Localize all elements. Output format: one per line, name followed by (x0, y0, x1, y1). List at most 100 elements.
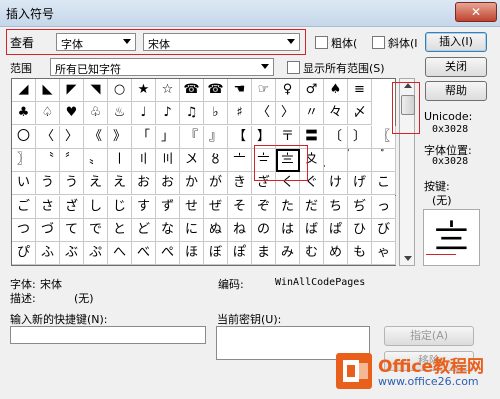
symbol-cell[interactable]: 〥 (204, 149, 228, 172)
symbol-cell[interactable]: ◢ (12, 79, 36, 102)
symbol-cell[interactable]: け (324, 172, 348, 195)
symbol-cell[interactable]: 〦 (228, 149, 252, 172)
symbol-cell[interactable]: ほ (180, 242, 204, 265)
symbol-cell[interactable]: か (180, 172, 204, 195)
symbol-cell[interactable]: ぼ (204, 242, 228, 265)
symbol-cell[interactable]: じ (108, 196, 132, 219)
symbol-cell[interactable]: せ (180, 196, 204, 219)
insert-button[interactable]: 插入(I) (425, 32, 487, 52)
symbol-cell[interactable]: だ (300, 196, 324, 219)
symbol-cell[interactable]: ★ (132, 79, 156, 102)
symbol-cell[interactable]: 〣 (156, 149, 180, 172)
symbol-cell[interactable]: 〆 (348, 102, 372, 125)
symbol-cell[interactable]: ち (324, 196, 348, 219)
symbol-cell[interactable]: ♀ (276, 79, 300, 102)
symbol-cell[interactable]: ご (12, 196, 36, 219)
symbol-cell[interactable]: い (12, 172, 36, 195)
symbol-cell[interactable]: ね (228, 219, 252, 242)
symbol-cell[interactable]: ♩ (132, 102, 156, 125)
symbol-cell[interactable]: ぷ (84, 242, 108, 265)
symbol-cell[interactable]: お (132, 172, 156, 195)
symbol-cell[interactable]: 〉 (276, 102, 300, 125)
symbol-cell[interactable]: 『 (180, 126, 204, 149)
symbol-cell[interactable]: ☎ (180, 79, 204, 102)
assign-button[interactable]: 指定(A) (384, 326, 474, 346)
symbol-cell[interactable]: ♪ (156, 102, 180, 125)
symbol-cell[interactable]: べ (132, 242, 156, 265)
close-button[interactable]: 关闭 (425, 57, 487, 77)
symbol-cell[interactable]: ☞ (252, 79, 276, 102)
symbol-cell[interactable]: 〪 (324, 149, 348, 172)
symbol-cell[interactable]: そ (228, 196, 252, 219)
symbol-cell[interactable]: 〞 (60, 149, 84, 172)
symbol-cell[interactable]: 》 (108, 126, 132, 149)
symbol-cell[interactable]: ☎ (204, 79, 228, 102)
range-dropdown[interactable]: 所有已知字符 (50, 58, 274, 76)
symbol-cell[interactable]: ゃ (372, 242, 396, 265)
italic-checkbox[interactable] (372, 36, 385, 49)
symbol-cell[interactable]: 「 (132, 126, 156, 149)
symbol-cell[interactable]: っ (372, 196, 396, 219)
symbol-cell[interactable]: え (84, 172, 108, 195)
symbol-cell[interactable]: 〟 (84, 149, 108, 172)
symbol-cell[interactable]: 々 (324, 102, 348, 125)
symbol-cell[interactable]: し (84, 196, 108, 219)
symbol-cell[interactable]: が (204, 172, 228, 195)
view-dropdown[interactable]: 字体 (56, 33, 136, 51)
symbol-cell[interactable]: づ (36, 219, 60, 242)
symbol-cell[interactable]: 〇 (12, 126, 36, 149)
symbol-cell[interactable]: 〝 (36, 149, 60, 172)
symbol-cell[interactable]: 〈 (36, 126, 60, 149)
symbol-cell[interactable]: 〉 (60, 126, 84, 149)
symbol-cell[interactable]: ≡ (348, 79, 372, 102)
scroll-down-icon[interactable] (404, 256, 412, 261)
symbol-cell[interactable]: 〔 (324, 126, 348, 149)
symbol-cell[interactable]: う (36, 172, 60, 195)
symbol-cell[interactable]: 《 (84, 126, 108, 149)
font-dropdown[interactable]: 宋体 (143, 33, 300, 51)
symbol-cell[interactable]: 〕 (348, 126, 372, 149)
symbol-cell[interactable]: ぽ (228, 242, 252, 265)
symbol-cell[interactable]: ◣ (36, 79, 60, 102)
symbol-cell[interactable]: 〃 (300, 102, 324, 125)
symbol-cell[interactable]: む (300, 242, 324, 265)
symbol-cell[interactable]: ぢ (348, 196, 372, 219)
symbol-cell[interactable]: も (348, 242, 372, 265)
symbol-cell[interactable]: 〡 (108, 149, 132, 172)
symbol-cell[interactable]: ぬ (204, 219, 228, 242)
symbol-cell[interactable]: つ (12, 219, 36, 242)
symbol-cell[interactable]: に (180, 219, 204, 242)
symbol-cell[interactable]: の (252, 219, 276, 242)
symbol-cell[interactable]: た (276, 196, 300, 219)
symbol-cell[interactable]: て (60, 219, 84, 242)
symbol-cell[interactable]: ♭ (204, 102, 228, 125)
new-shortcut-input[interactable] (10, 326, 206, 344)
symbol-cell[interactable]: こ (372, 172, 396, 195)
symbol-cell[interactable]: ぺ (156, 242, 180, 265)
symbol-cell[interactable]: え (108, 172, 132, 195)
symbol-cell[interactable]: へ (108, 242, 132, 265)
symbol-cell[interactable]: 〫 (348, 149, 372, 172)
symbol-cell[interactable]: ♂ (300, 79, 324, 102)
symbol-cell[interactable]: 〢 (132, 149, 156, 172)
symbol-cell[interactable]: ○ (108, 79, 132, 102)
symbol-cell[interactable]: げ (348, 172, 372, 195)
symbol-cell[interactable]: 【 (228, 126, 252, 149)
symbol-cell[interactable]: ぶ (60, 242, 84, 265)
help-button[interactable]: 帮助 (425, 81, 487, 101)
symbol-cell[interactable]: ♧ (84, 102, 108, 125)
symbol-cell[interactable]: ♠ (324, 79, 348, 102)
symbol-cell[interactable]: ざ (60, 196, 84, 219)
symbol-cell[interactable]: う (60, 172, 84, 195)
symbol-cell[interactable]: び (372, 219, 396, 242)
symbol-cell[interactable]: な (156, 219, 180, 242)
symbol-cell[interactable]: ぞ (252, 196, 276, 219)
symbol-cell[interactable]: ♥ (60, 102, 84, 125)
symbol-cell[interactable]: ♤ (36, 102, 60, 125)
symbol-cell[interactable]: 〈 (252, 102, 276, 125)
symbol-cell[interactable]: ふ (36, 242, 60, 265)
symbol-cell[interactable]: 〬 (372, 149, 396, 172)
symbol-cell[interactable]: ば (300, 219, 324, 242)
symbol-cell[interactable]: ☚ (228, 79, 252, 102)
symbol-cell[interactable]: 」 (156, 126, 180, 149)
